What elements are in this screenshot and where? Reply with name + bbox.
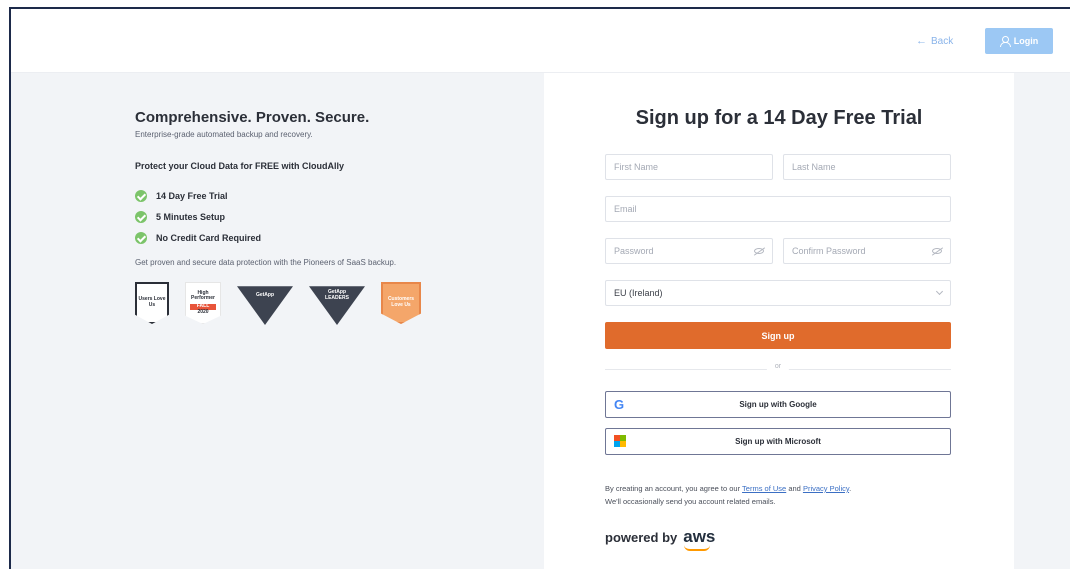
privacy-policy-link[interactable]: Privacy Policy bbox=[803, 484, 849, 493]
chevron-down-icon bbox=[935, 287, 944, 296]
microsoft-label: Sign up with Microsoft bbox=[735, 437, 821, 446]
badge-row: Users Love Us High Performer FALL 2020 G… bbox=[135, 281, 495, 325]
powered-by-label: powered by bbox=[605, 530, 678, 545]
terms-prefix: By creating an account, you agree to our bbox=[605, 484, 741, 493]
email-placeholder: Email bbox=[614, 204, 637, 214]
proven-text: Get proven and secure data protection wi… bbox=[135, 258, 397, 267]
region-value: EU (Ireland) bbox=[614, 288, 663, 298]
feature-item: 5 Minutes Setup bbox=[135, 206, 495, 227]
last-name-field[interactable]: Last Name bbox=[783, 154, 951, 180]
feature-label: No Credit Card Required bbox=[156, 232, 262, 243]
check-icon bbox=[135, 189, 147, 202]
badge-label: GetApp bbox=[255, 292, 275, 299]
confirm-password-placeholder: Confirm Password bbox=[792, 246, 866, 256]
login-button[interactable]: Login bbox=[985, 28, 1053, 54]
promo-subline: Enterprise-grade automated backup and re… bbox=[135, 130, 313, 139]
or-label: or bbox=[766, 363, 790, 370]
terms-of-use-link[interactable]: Terms of Use bbox=[742, 484, 786, 493]
feature-label: 14 Day Free Trial bbox=[156, 190, 228, 201]
signup-label: Sign up bbox=[761, 330, 795, 341]
signup-title: Sign up for a 14 Day Free Trial bbox=[635, 107, 923, 129]
back-link[interactable]: ← Back bbox=[916, 35, 953, 47]
check-icon bbox=[135, 210, 147, 223]
feature-label: 5 Minutes Setup bbox=[156, 211, 226, 222]
eye-slash-icon[interactable] bbox=[754, 248, 764, 254]
promo-headline: Comprehensive. Proven. Secure. bbox=[135, 109, 370, 126]
or-divider: or bbox=[605, 363, 951, 370]
badge-label: Customers Love Us bbox=[387, 296, 415, 308]
first-name-field[interactable]: First Name bbox=[605, 154, 773, 180]
powered-by-aws: powered by aws bbox=[605, 527, 716, 551]
eye-slash-icon[interactable] bbox=[932, 248, 942, 254]
microsoft-icon bbox=[614, 435, 626, 447]
email-field[interactable]: Email bbox=[605, 196, 951, 222]
check-icon bbox=[135, 231, 147, 244]
customers-love-us-badge: Customers Love Us bbox=[381, 282, 421, 324]
back-label: Back bbox=[931, 35, 954, 47]
aws-smile-icon bbox=[684, 545, 711, 551]
password-placeholder: Password bbox=[614, 246, 654, 256]
region-select[interactable]: EU (Ireland) bbox=[605, 280, 951, 306]
signup-card: Sign up for a 14 Day Free Trial First Na… bbox=[544, 73, 1014, 569]
password-field[interactable]: Password bbox=[605, 238, 773, 264]
getapp-leaders-badge: GetApp LEADERS bbox=[309, 286, 365, 325]
user-icon bbox=[999, 36, 1011, 47]
confirm-password-field[interactable]: Confirm Password bbox=[783, 238, 951, 264]
page-frame: ← Back Login Comprehensive. Proven. Secu… bbox=[9, 7, 1070, 569]
google-signup-button[interactable]: G Sign up with Google bbox=[605, 391, 951, 418]
terms-text: By creating an account, you agree to our… bbox=[605, 484, 852, 506]
top-bar: ← Back Login bbox=[11, 9, 1070, 73]
badge-sub: LEADERS bbox=[325, 295, 349, 301]
first-name-placeholder: First Name bbox=[614, 162, 659, 172]
back-arrow-icon: ← bbox=[916, 35, 927, 47]
badge-label: High Performer bbox=[191, 289, 215, 302]
login-label: Login bbox=[1013, 36, 1039, 46]
protect-heading: Protect your Cloud Data for FREE with Cl… bbox=[135, 161, 345, 171]
google-icon: G bbox=[614, 397, 625, 412]
badge-label: Users Love Us bbox=[138, 296, 166, 308]
getapp-badge: GetApp bbox=[237, 286, 293, 325]
microsoft-signup-button[interactable]: Sign up with Microsoft bbox=[605, 428, 951, 455]
terms-and: and bbox=[788, 484, 801, 493]
signup-button[interactable]: Sign up bbox=[605, 322, 951, 349]
last-name-placeholder: Last Name bbox=[792, 162, 836, 172]
promo-panel: Comprehensive. Proven. Secure. Enterpris… bbox=[135, 109, 495, 325]
aws-text: aws bbox=[683, 527, 716, 546]
users-love-us-badge: Users Love Us bbox=[135, 282, 169, 324]
feature-item: 14 Day Free Trial bbox=[135, 185, 495, 206]
badge-year: 2020 bbox=[197, 308, 209, 315]
high-performer-badge: High Performer FALL 2020 bbox=[185, 282, 221, 324]
terms-suffix: We'll occasionally send you account rela… bbox=[605, 497, 776, 506]
aws-logo: aws bbox=[683, 527, 716, 551]
feature-list: 14 Day Free Trial 5 Minutes Setup No Cre… bbox=[135, 185, 495, 248]
feature-item: No Credit Card Required bbox=[135, 227, 495, 248]
google-label: Sign up with Google bbox=[739, 400, 817, 409]
